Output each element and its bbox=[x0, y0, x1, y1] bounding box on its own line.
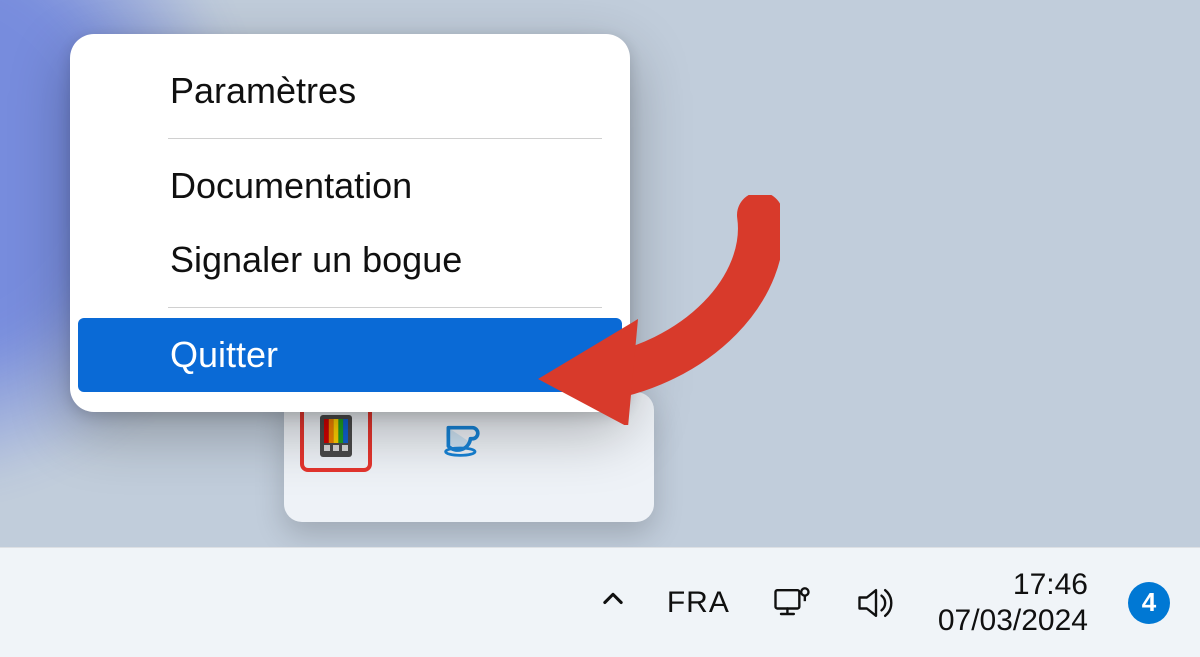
coffee-cup-icon bbox=[441, 413, 487, 459]
menu-item-label: Signaler un bogue bbox=[170, 239, 462, 280]
powertoys-icon bbox=[316, 411, 356, 461]
taskbar: FRA 17:46 07/03/2024 4 bbox=[0, 547, 1200, 657]
show-hidden-icons-button[interactable] bbox=[599, 585, 627, 621]
annotation-arrow bbox=[520, 195, 780, 425]
menu-item-label: Quitter bbox=[170, 334, 278, 375]
menu-item-label: Documentation bbox=[170, 165, 412, 206]
caffeine-tray-icon[interactable] bbox=[430, 402, 498, 470]
network-icon bbox=[770, 581, 814, 625]
powertoys-tray-icon[interactable] bbox=[302, 402, 370, 470]
chevron-up-icon bbox=[599, 585, 627, 613]
clock[interactable]: 17:46 07/03/2024 bbox=[938, 567, 1088, 639]
menu-item-settings[interactable]: Paramètres bbox=[70, 54, 630, 128]
volume-button[interactable] bbox=[854, 581, 898, 625]
clock-date: 07/03/2024 bbox=[938, 603, 1088, 639]
speaker-icon bbox=[854, 581, 898, 625]
menu-separator bbox=[168, 138, 602, 139]
network-button[interactable] bbox=[770, 581, 814, 625]
notification-badge[interactable]: 4 bbox=[1128, 582, 1170, 624]
clock-time: 17:46 bbox=[938, 567, 1088, 603]
language-indicator[interactable]: FRA bbox=[667, 586, 730, 620]
menu-item-label: Paramètres bbox=[170, 70, 356, 111]
notification-count: 4 bbox=[1142, 587, 1156, 618]
taskbar-system-tray: FRA 17:46 07/03/2024 4 bbox=[599, 567, 1170, 639]
